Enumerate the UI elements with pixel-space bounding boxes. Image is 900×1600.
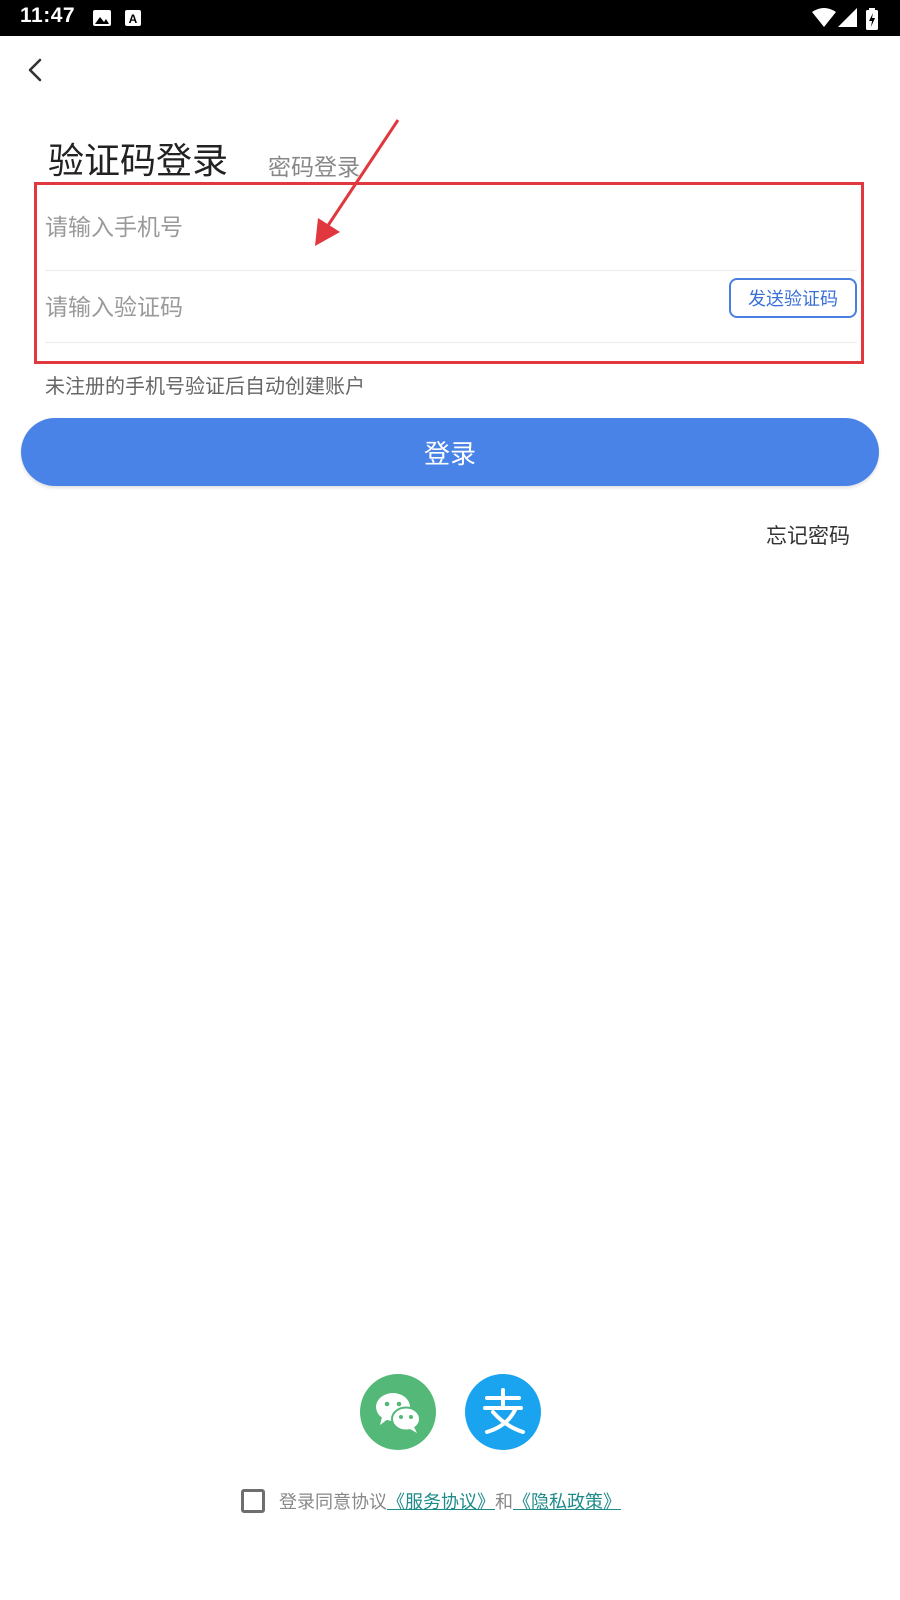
agreement-row: 登录同意协议 《服务协议》 和 《隐私政策》 [241,1488,621,1514]
tab-password-login[interactable]: 密码登录 [268,148,360,182]
annotation-highlight-box [34,182,864,364]
wechat-icon [376,1393,421,1433]
service-agreement-link[interactable]: 《服务协议》 [387,1488,495,1514]
agreement-conjunction: 和 [495,1492,513,1513]
chevron-left-icon [28,58,42,82]
agreement-checkbox[interactable] [241,1489,265,1513]
battery-charging-icon [866,8,878,34]
forgot-password-link[interactable]: 忘记密码 [766,520,850,550]
agreement-prefix: 登录同意协议 [279,1492,387,1513]
login-screen: 11:47 A 验证码登录 密码登录 发送验证码 未注册的手机号验证后自动创建账… [0,0,900,1600]
tab-sms-login[interactable]: 验证码登录 [48,132,228,184]
alipay-login-button[interactable] [465,1374,541,1450]
back-button[interactable] [18,52,54,88]
status-time: 11:47 [20,4,76,27]
privacy-policy-link[interactable]: 《隐私政策》 [513,1488,621,1514]
alipay-icon [483,1388,525,1434]
wifi-icon [812,8,836,32]
image-icon [92,8,112,32]
status-bar: 11:47 A [0,0,900,36]
register-hint: 未注册的手机号验证后自动创建账户 [45,374,365,398]
signal-icon [838,8,858,32]
wechat-login-button[interactable] [360,1374,436,1450]
svg-text:A: A [129,12,138,26]
login-button[interactable]: 登录 [21,418,879,486]
text-a-icon: A [124,8,142,32]
